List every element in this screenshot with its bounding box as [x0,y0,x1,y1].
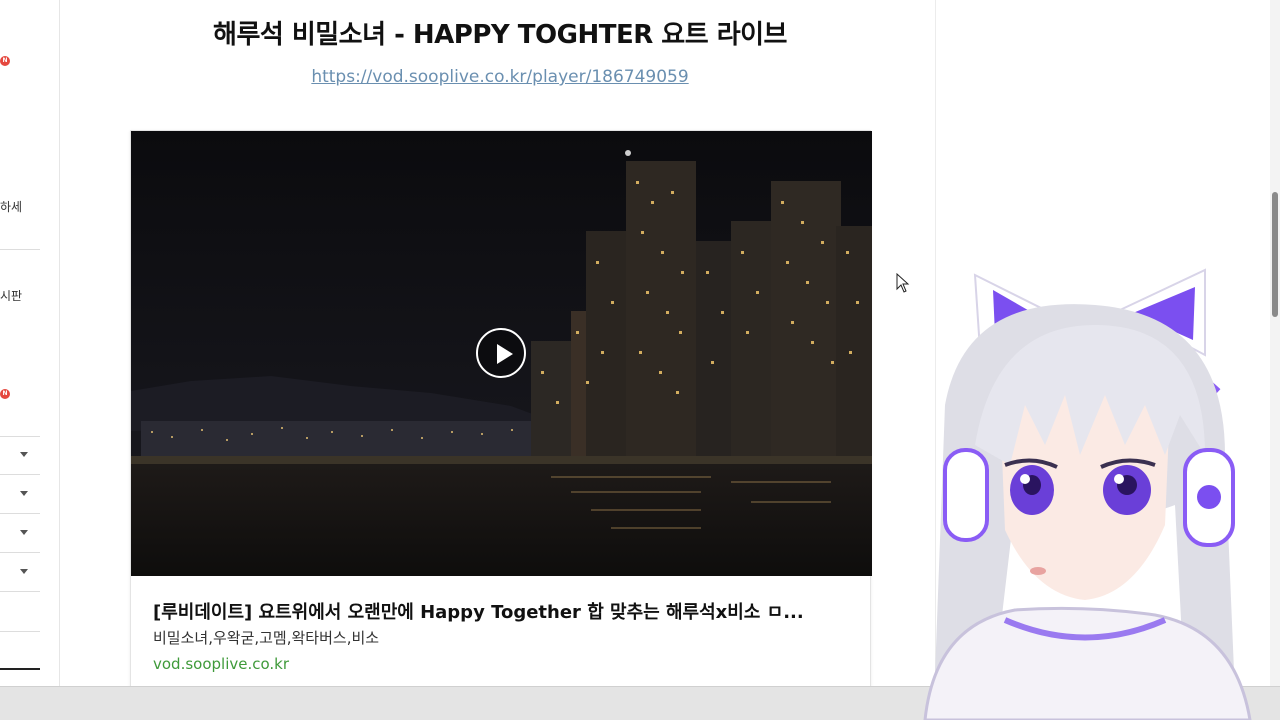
avatar [923,268,1252,720]
post-title: 해루석 비밀소녀 - HAPPY TOGHTER 요트 라이브 [213,20,787,50]
play-icon[interactable] [476,328,526,378]
dropdown-3[interactable] [0,515,40,553]
scrollbar-thumb[interactable] [1272,192,1278,317]
post-content: 해루석 비밀소녀 - HAPPY TOGHTER 요트 라이브 https://… [61,0,936,690]
page-scrollbar[interactable] [1270,0,1280,690]
divider-thick [0,668,40,670]
card-description: 비밀소녀,우왁굳,고멤,왁타버스,비소 [153,629,380,647]
left-sidebar: N 하세 시판 N [0,0,60,690]
sidebar-item-2[interactable]: 시판 [0,287,22,304]
divider [0,249,40,250]
link-preview-card[interactable]: [루비데이트] 요트위에서 오랜만에 Happy Together 합 맞추는 … [130,130,872,690]
video-thumbnail[interactable] [131,131,872,576]
sidebar-item-1[interactable]: 하세 [0,198,22,215]
new-badge: N [0,389,10,399]
dropdown-4[interactable] [0,554,40,592]
chevron-down-icon [20,452,28,457]
post-link[interactable]: https://vod.sooplive.co.kr/player/186749… [61,67,939,87]
card-domain[interactable]: vod.sooplive.co.kr [153,655,289,673]
dropdown-1[interactable] [0,437,40,475]
dropdown-2[interactable] [0,476,40,514]
screen: N 하세 시판 N 해루석 비밀소녀 - HAPPY TOGHTER 요트 라이… [0,0,1280,720]
chevron-down-icon [20,530,28,535]
new-badge: N [0,56,10,66]
card-title[interactable]: [루비데이트] 요트위에서 오랜만에 Happy Together 합 맞추는 … [153,598,853,624]
divider [0,631,40,632]
chevron-down-icon [20,569,28,574]
chevron-down-icon [20,491,28,496]
